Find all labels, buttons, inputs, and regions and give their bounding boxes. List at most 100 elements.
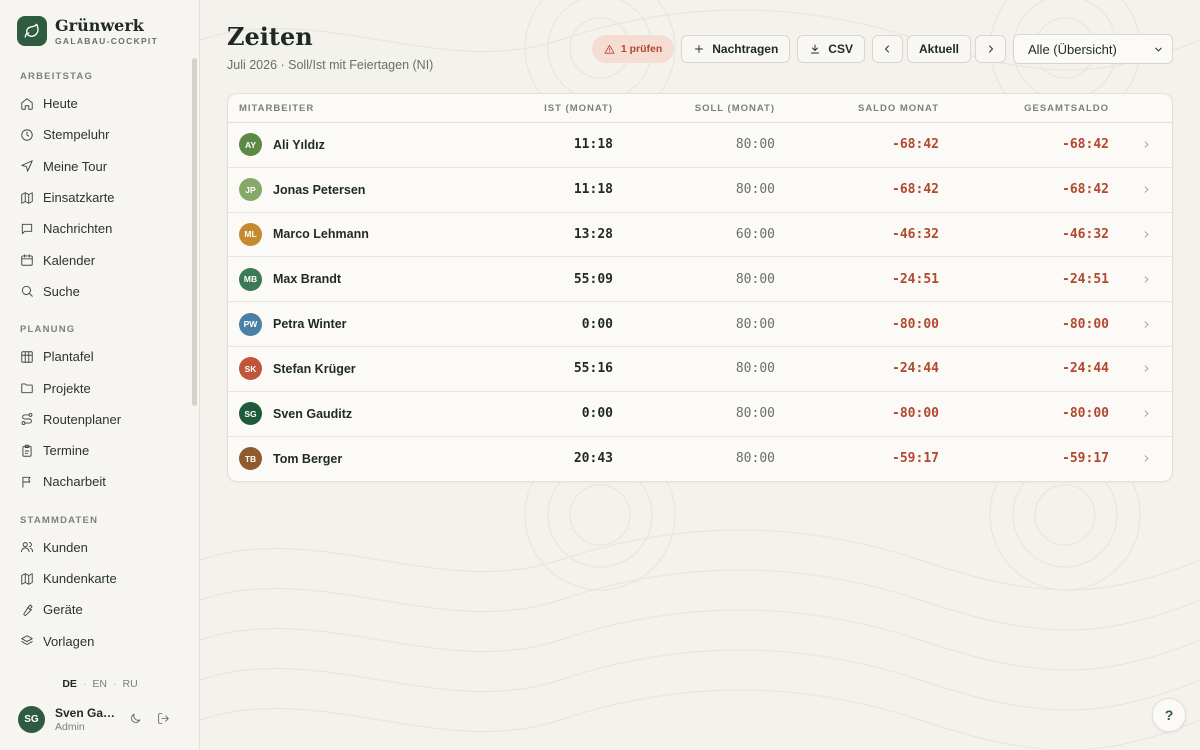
map-icon <box>21 191 33 204</box>
column-header-employee[interactable]: MITARBEITER <box>228 103 500 114</box>
brand[interactable]: Grünwerk GALABAU-COCKPIT <box>17 16 158 46</box>
ist-value: 20:43 <box>573 451 613 467</box>
ist-value: 13:28 <box>573 226 613 242</box>
sidebar-item-label: Einsatzkarte <box>43 190 115 206</box>
table-row[interactable]: SK Stefan Krüger 55:16 80:00 -24:44 -24:44 <box>228 347 1172 392</box>
row-open-button[interactable] <box>1109 184 1172 195</box>
table-row[interactable]: AY Ali Yıldız 11:18 80:00 -68:42 -68:42 <box>228 123 1172 168</box>
sidebar-item-label: Plantafel <box>43 349 94 365</box>
sidebar-item-routenplaner[interactable]: Routenplaner <box>0 404 192 435</box>
row-open-button[interactable] <box>1109 229 1172 240</box>
employee-cell: AY Ali Yıldız <box>228 133 500 157</box>
chevron-down-icon <box>1155 47 1162 51</box>
sidebar-item-kundenkarte[interactable]: Kundenkarte <box>0 563 192 594</box>
total-saldo-value: -68:42 <box>1062 182 1109 198</box>
sidebar-item-label: Routenplaner <box>43 411 122 427</box>
leaf-logo-icon <box>17 16 47 46</box>
avatar[interactable]: SG <box>18 706 45 733</box>
next-month-button[interactable] <box>975 35 1006 63</box>
column-header-saldo[interactable]: SALDO MONAT <box>775 103 939 114</box>
user-name: Sven Gauditz <box>55 706 117 720</box>
employee-cell: MB Max Brandt <box>228 267 500 291</box>
clipboard-icon <box>22 444 32 457</box>
sidebar-item-suche[interactable]: Suche <box>0 276 192 307</box>
search-icon <box>21 286 33 298</box>
sidebar-item-label: Meine Tour <box>43 158 108 174</box>
review-warning-button[interactable]: 1 prüfen <box>591 35 675 63</box>
row-open-button[interactable] <box>1109 363 1172 374</box>
row-open-button[interactable] <box>1109 408 1172 419</box>
row-open-button[interactable] <box>1109 453 1172 464</box>
employee-name: Stefan Krüger <box>273 361 356 376</box>
user-panel: SG Sven Gauditz Admin <box>18 706 188 733</box>
previous-month-button[interactable] <box>871 35 903 63</box>
sidebar-item-vorlagen[interactable]: Vorlagen <box>0 625 192 656</box>
language-en[interactable]: EN <box>92 678 107 690</box>
sidebar: Grünwerk GALABAU-COCKPIT ARBEITSTAG Heut… <box>0 0 200 750</box>
sidebar-item-kunden[interactable]: Kunden <box>0 532 192 563</box>
avatar: JP <box>239 178 262 202</box>
wrench-icon <box>23 604 33 616</box>
avatar: ML <box>239 222 262 246</box>
chevron-right-icon <box>1144 365 1149 373</box>
home-icon <box>21 97 33 110</box>
sidebar-item-label: Projekte <box>43 380 91 396</box>
language-ru[interactable]: RU <box>123 678 138 690</box>
column-header-total[interactable]: GESAMTSALDO <box>939 103 1109 114</box>
sidebar-item-label: Nachrichten <box>43 221 113 237</box>
total-saldo-value: -68:42 <box>1062 137 1109 153</box>
employee-cell: SK Stefan Krüger <box>228 357 500 381</box>
sidebar-item-geraete[interactable]: Geräte <box>0 594 192 625</box>
table-row[interactable]: ML Marco Lehmann 13:28 60:00 -46:32 -46:32 <box>228 213 1172 258</box>
sidebar-item-nachrichten[interactable]: Nachrichten <box>0 213 192 244</box>
row-open-button[interactable] <box>1109 274 1172 285</box>
employee-name: Petra Winter <box>273 317 347 332</box>
sidebar-item-projekte[interactable]: Projekte <box>0 372 192 403</box>
sidebar-item-kalender[interactable]: Kalender <box>0 244 192 275</box>
language-switcher: DE · EN · RU <box>62 678 138 690</box>
language-de[interactable]: DE <box>62 678 77 690</box>
table-row[interactable]: TB Tom Berger 20:43 80:00 -59:17 -59:17 <box>228 437 1172 481</box>
employee-filter-select[interactable]: Alle (Übersicht) <box>1013 34 1173 64</box>
row-open-button[interactable] <box>1109 139 1172 150</box>
avatar: MB <box>239 267 262 291</box>
column-header-soll[interactable]: SOLL (MONAT) <box>613 103 775 114</box>
sidebar-item-plantafel[interactable]: Plantafel <box>0 341 192 372</box>
csv-export-button[interactable]: CSV <box>797 35 865 63</box>
column-header-ist[interactable]: IST (MONAT) <box>500 103 613 114</box>
sidebar-scrollbar[interactable] <box>192 58 197 406</box>
sidebar-item-nacharbeit[interactable]: Nacharbeit <box>0 466 192 497</box>
route-icon <box>21 413 33 426</box>
sidebar-nav: ARBEITSTAG Heute Stempeluhr Meine Tour E… <box>0 66 192 657</box>
help-button[interactable]: ? <box>1152 698 1186 732</box>
flag-icon <box>22 476 31 488</box>
sidebar-item-einsatzkarte[interactable]: Einsatzkarte <box>0 182 192 213</box>
sidebar-item-heute[interactable]: Heute <box>0 88 192 119</box>
sidebar-item-stempeluhr[interactable]: Stempeluhr <box>0 119 192 150</box>
sidebar-item-label: Vorlagen <box>43 633 95 649</box>
sidebar-item-label: Termine <box>43 443 90 459</box>
calendar-icon <box>21 254 33 266</box>
avatar: SK <box>239 357 262 381</box>
layers-icon <box>21 635 33 646</box>
chevron-right-icon <box>1144 276 1149 283</box>
employee-cell: ML Marco Lehmann <box>228 222 500 246</box>
sidebar-item-termine[interactable]: Termine <box>0 435 192 466</box>
soll-value: 80:00 <box>735 451 775 467</box>
add-entry-button[interactable]: Nachtragen <box>681 35 791 63</box>
sidebar-item-meine-tour[interactable]: Meine Tour <box>0 151 192 182</box>
table-row[interactable]: SG Sven Gauditz 0:00 80:00 -80:00 -80:00 <box>228 392 1172 437</box>
table-row[interactable]: MB Max Brandt 55:09 80:00 -24:51 -24:51 <box>228 257 1172 303</box>
chevron-right-icon <box>1144 410 1149 417</box>
sidebar-item-label: Suche <box>43 283 80 299</box>
logout-button[interactable] <box>157 712 173 728</box>
dark-mode-button[interactable] <box>129 712 145 728</box>
table-row[interactable]: JP Jonas Petersen 11:18 80:00 -68:42 -68:42 <box>228 168 1172 213</box>
table-row[interactable]: PW Petra Winter 0:00 80:00 -80:00 -80:00 <box>228 302 1172 347</box>
nav-section-title: PLANUNG <box>20 324 76 336</box>
current-month-button[interactable]: Aktuell <box>906 35 971 63</box>
time-table: MITARBEITER IST (MONAT) SOLL (MONAT) SAL… <box>227 93 1173 482</box>
employee-cell: SG Sven Gauditz <box>228 402 500 426</box>
clock-icon <box>21 129 33 141</box>
row-open-button[interactable] <box>1109 319 1172 330</box>
